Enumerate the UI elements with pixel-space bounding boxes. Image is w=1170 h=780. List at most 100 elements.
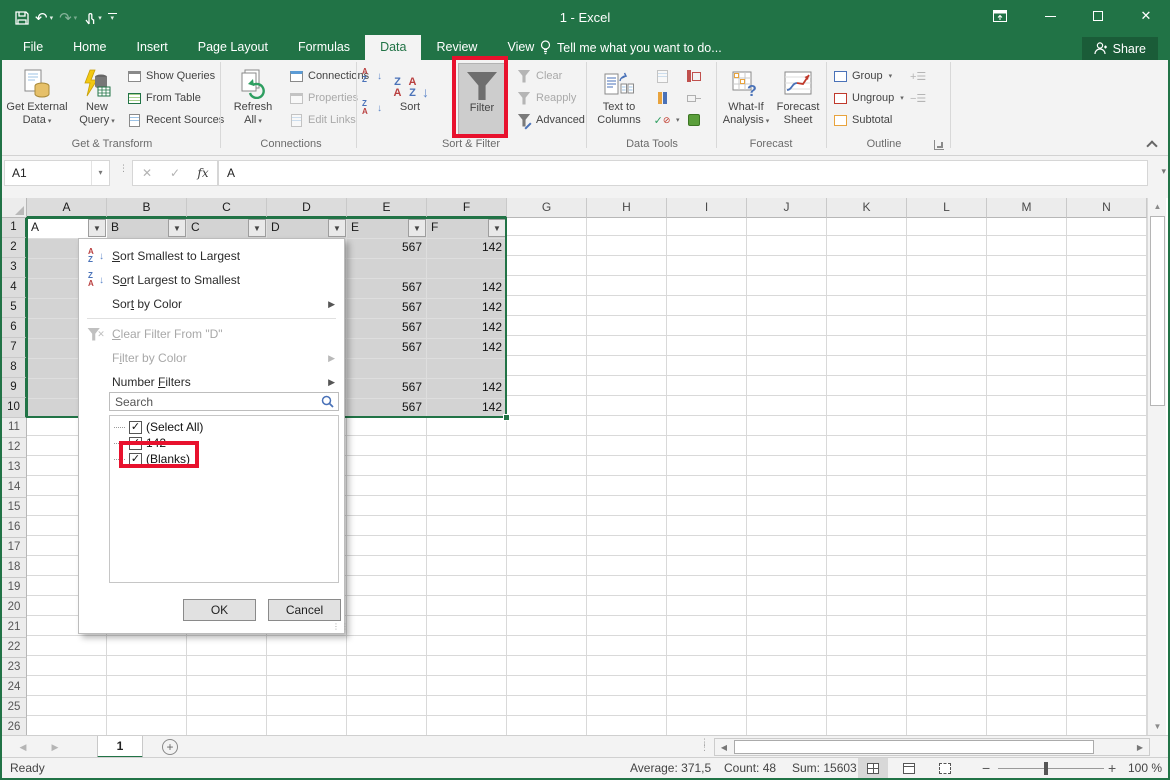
from-table-button[interactable]: From Table <box>126 88 201 108</box>
row-header-24[interactable]: 24 <box>2 678 27 698</box>
filter-button[interactable]: Filter <box>458 63 506 135</box>
row-header-6[interactable]: 6 <box>2 318 27 338</box>
cell-F4[interactable]: 142 <box>427 278 507 298</box>
formula-bar-content[interactable]: A <box>218 160 1148 186</box>
ok-button[interactable]: OK <box>183 599 256 621</box>
cell-F7[interactable]: 142 <box>427 338 507 358</box>
remove-duplicates-button[interactable] <box>654 88 670 108</box>
select-all-corner[interactable] <box>2 198 27 218</box>
menu-resize-grip[interactable]: ⋮⋮ <box>332 622 342 632</box>
column-header-F[interactable]: F <box>427 198 507 218</box>
share-button[interactable]: Share <box>1082 37 1158 60</box>
formula-bar-splitter[interactable]: ⋮ <box>119 166 128 171</box>
cell-E6[interactable]: 567 <box>347 318 427 338</box>
horizontal-scrollbar[interactable]: ◀ ▶ <box>714 738 1150 756</box>
zoom-slider-thumb[interactable] <box>1044 762 1048 775</box>
column-header-E[interactable]: E <box>347 198 427 218</box>
maximize-icon[interactable] <box>1078 0 1118 32</box>
row-header-16[interactable]: 16 <box>2 518 27 538</box>
close-icon[interactable]: ✕ <box>1126 0 1166 32</box>
cell-D1[interactable]: D▼ <box>267 218 347 238</box>
checkbox-icon[interactable]: ✓ <box>129 421 142 434</box>
show-queries-button[interactable]: Show Queries <box>126 66 215 86</box>
normal-view-button[interactable] <box>858 758 888 779</box>
outline-dialog-launcher-icon[interactable] <box>934 140 944 150</box>
cell-F10[interactable]: 142 <box>427 398 507 418</box>
ribbon-display-options-icon[interactable] <box>980 0 1020 32</box>
cell-C1[interactable]: C▼ <box>187 218 267 238</box>
column-header-L[interactable]: L <box>907 198 987 218</box>
autofilter-dropdown-icon-A[interactable]: ▼ <box>88 219 106 237</box>
menu-item-number-filters[interactable]: Number Filters▶ <box>80 370 343 394</box>
horizontal-scroll-thumb[interactable] <box>734 740 1094 754</box>
row-header-12[interactable]: 12 <box>2 438 27 458</box>
row-header-22[interactable]: 22 <box>2 638 27 658</box>
row-header-8[interactable]: 8 <box>2 358 27 378</box>
vertical-scroll-thumb[interactable] <box>1150 216 1165 406</box>
search-input[interactable] <box>109 392 339 411</box>
tab-home[interactable]: Home <box>58 35 121 60</box>
autofilter-dropdown-icon-E[interactable]: ▼ <box>408 219 426 237</box>
cell-F9[interactable]: 142 <box>427 378 507 398</box>
fill-handle[interactable] <box>503 414 510 421</box>
what-if-analysis-button[interactable]: ? What-If Analysis▾ <box>720 63 772 135</box>
cell-E4[interactable]: 567 <box>347 278 427 298</box>
menu-item-sort-smallest-to-largest[interactable]: AZ↓Sort Smallest to Largest <box>80 244 343 268</box>
minimize-icon[interactable] <box>1030 0 1070 32</box>
zoom-in-icon[interactable]: + <box>1108 758 1116 779</box>
column-header-J[interactable]: J <box>747 198 827 218</box>
row-header-7[interactable]: 7 <box>2 338 27 358</box>
zoom-slider-track[interactable] <box>998 768 1104 769</box>
filter-value-blanks[interactable]: ✓(Blanks) <box>114 451 190 467</box>
column-header-G[interactable]: G <box>507 198 587 218</box>
cell-E1[interactable]: E▼ <box>347 218 427 238</box>
formula-bar-expand-icon[interactable]: ▾ <box>1161 166 1166 177</box>
cell-E10[interactable]: 567 <box>347 398 427 418</box>
row-header-9[interactable]: 9 <box>2 378 27 398</box>
row-header-17[interactable]: 17 <box>2 538 27 558</box>
get-external-data-button[interactable]: Get External Data▾ <box>6 63 68 135</box>
text-to-columns-button[interactable]: Text to Columns <box>592 63 646 135</box>
zoom-out-icon[interactable]: − <box>982 758 990 779</box>
zoom-level[interactable]: 100 % <box>1128 758 1162 779</box>
cell-B1[interactable]: B▼ <box>107 218 187 238</box>
new-sheet-icon[interactable]: + <box>162 739 178 755</box>
name-box[interactable]: A1 ▾ <box>4 160 110 186</box>
manage-data-model-button[interactable] <box>686 110 702 130</box>
filter-value-142[interactable]: ✓142 <box>114 435 166 451</box>
column-header-H[interactable]: H <box>587 198 667 218</box>
recent-sources-button[interactable]: Recent Sources <box>126 110 224 130</box>
row-header-10[interactable]: 10 <box>2 398 27 418</box>
scroll-up-icon[interactable]: ▲ <box>1149 198 1166 215</box>
insert-function-icon[interactable]: fx <box>189 166 217 180</box>
page-break-view-button[interactable] <box>930 758 960 779</box>
cell-F2[interactable]: 142 <box>427 238 507 258</box>
column-header-K[interactable]: K <box>827 198 907 218</box>
tab-insert[interactable]: Insert <box>122 35 183 60</box>
sort-ascending-button[interactable]: AZ↓ <box>362 66 382 86</box>
menu-item-sort-by-color[interactable]: Sort by Color▶ <box>80 292 343 316</box>
cell-E9[interactable]: 567 <box>347 378 427 398</box>
row-header-21[interactable]: 21 <box>2 618 27 638</box>
row-header-20[interactable]: 20 <box>2 598 27 618</box>
cell-F6[interactable]: 142 <box>427 318 507 338</box>
sort-button[interactable]: ZA AZ ↓ Sort <box>388 63 432 135</box>
tab-page-layout[interactable]: Page Layout <box>183 35 283 60</box>
row-header-1[interactable]: 1 <box>2 218 27 238</box>
row-header-25[interactable]: 25 <box>2 698 27 718</box>
scroll-left-icon[interactable]: ◀ <box>715 739 733 755</box>
collapse-ribbon-icon[interactable] <box>1146 140 1157 151</box>
row-header-5[interactable]: 5 <box>2 298 27 318</box>
column-header-C[interactable]: C <box>187 198 267 218</box>
forecast-sheet-button[interactable]: Forecast Sheet <box>774 63 822 135</box>
row-header-14[interactable]: 14 <box>2 478 27 498</box>
name-box-dropdown-icon[interactable]: ▾ <box>91 161 109 185</box>
cell-E5[interactable]: 567 <box>347 298 427 318</box>
row-header-3[interactable]: 3 <box>2 258 27 278</box>
row-header-18[interactable]: 18 <box>2 558 27 578</box>
autofilter-dropdown-icon-D[interactable]: ▼ <box>328 219 346 237</box>
row-header-15[interactable]: 15 <box>2 498 27 518</box>
data-validation-button[interactable]: ✓⊘▾ <box>654 110 680 130</box>
consolidate-button[interactable] <box>686 66 702 86</box>
refresh-all-button[interactable]: Refresh All▾ <box>226 63 280 135</box>
